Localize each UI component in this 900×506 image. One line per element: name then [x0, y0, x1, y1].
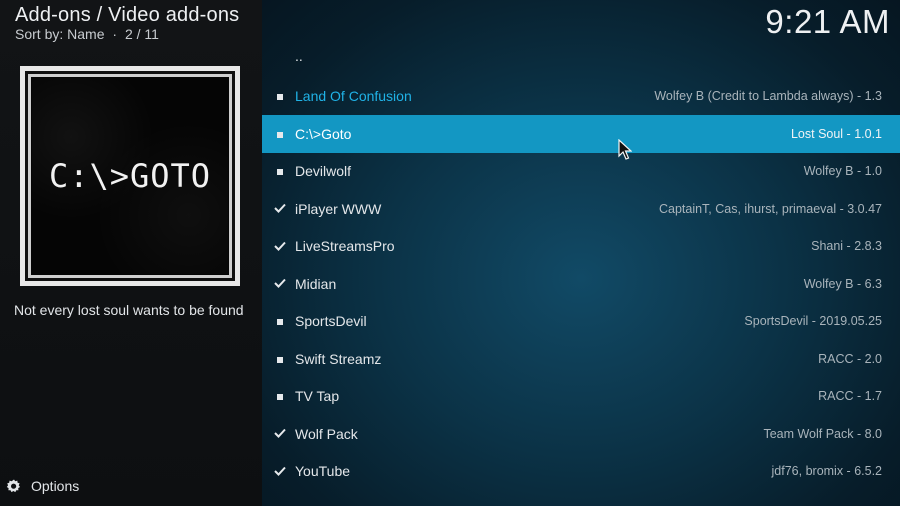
item-author-version: Shani - 2.8.3: [811, 239, 882, 254]
bullet-icon: [273, 389, 287, 404]
item-name: Wolf Pack: [295, 425, 358, 442]
list-item[interactable]: YouTube jdf76, bromix - 6.5.2: [262, 453, 900, 491]
item-author-version: Lost Soul - 1.0.1: [790, 126, 882, 141]
item-name: Devilwolf: [295, 163, 352, 180]
item-name: SportsDevil: [295, 313, 367, 330]
bullet-icon: [273, 126, 287, 141]
item-name: TV Tap: [295, 388, 340, 405]
addon-poster: C:\>GOTO: [20, 66, 240, 286]
sort-label[interactable]: Sort by: Name: [15, 26, 104, 42]
list-item[interactable]: Swift Streamz RACC - 2.0: [262, 340, 900, 378]
list-item[interactable]: SportsDevil SportsDevil - 2019.05.25: [262, 303, 900, 341]
item-author-version: CaptainT, Cas, ihurst, primaeval - 3.0.4…: [658, 201, 882, 216]
separator: ·: [112, 26, 118, 42]
item-name: iPlayer WWW: [295, 200, 382, 217]
parent-folder-item[interactable]: ..: [262, 40, 900, 78]
list-panel: 9:21 AM .. Land Of Confusion Wolfey B (Cr…: [262, 0, 900, 506]
parent-folder-label: ..: [295, 48, 303, 64]
page-title: Add-ons / Video add-ons: [15, 4, 240, 26]
addon-description: Not every lost soul wants to be found: [14, 302, 244, 318]
list-item[interactable]: Devilwolf Wolfey B - 1.0: [262, 153, 900, 191]
clock: 9:21 AM: [765, 3, 890, 40]
list-item[interactable]: Midian Wolfey B - 6.3: [262, 265, 900, 303]
item-author-version: Wolfey B - 1.0: [803, 164, 882, 179]
checkmark-icon: [273, 464, 287, 479]
bullet-icon: [273, 351, 287, 366]
list-item[interactable]: Wolf Pack Team Wolf Pack - 8.0: [262, 415, 900, 453]
checkmark-icon: [273, 201, 287, 216]
poster-text: C:\>GOTO: [48, 157, 212, 195]
list-item[interactable]: TV Tap RACC - 1.7: [262, 378, 900, 416]
checkmark-icon: [273, 426, 287, 441]
item-name: LiveStreamsPro: [295, 238, 395, 255]
item-author-version: Team Wolf Pack - 8.0: [763, 426, 882, 441]
item-position: 2 / 11: [124, 26, 159, 42]
item-author-version: jdf76, bromix - 6.5.2: [771, 464, 882, 479]
left-panel: Add-ons / Video add-ons Sort by: Name · …: [0, 0, 262, 506]
checkmark-icon: [273, 239, 287, 254]
options-label: Options: [31, 478, 80, 494]
options-button[interactable]: Options: [6, 478, 79, 494]
bullet-icon: [273, 164, 287, 179]
bullet-icon: [273, 89, 287, 104]
item-author-version: Wolfey B (Credit to Lambda always) - 1.3: [654, 89, 882, 104]
list-item[interactable]: C:\>Goto Lost Soul - 1.0.1: [262, 115, 900, 153]
item-name: Midian: [295, 275, 337, 292]
list-item[interactable]: Land Of Confusion Wolfey B (Credit to Lam…: [262, 78, 900, 116]
sort-info: Sort by: Name · 2 / 11: [15, 26, 159, 42]
addon-list: .. Land Of Confusion Wolfey B (Credit to …: [262, 40, 900, 490]
item-author-version: SportsDevil - 2019.05.25: [744, 314, 882, 329]
bullet-icon: [273, 314, 287, 329]
item-author-version: RACC - 2.0: [818, 351, 882, 366]
item-author-version: RACC - 1.7: [818, 389, 882, 404]
list-item[interactable]: iPlayer WWW CaptainT, Cas, ihurst, primae…: [262, 190, 900, 228]
item-author-version: Wolfey B - 6.3: [803, 276, 882, 291]
item-name: C:\>Goto: [295, 125, 352, 142]
gear-icon: [6, 479, 20, 493]
item-name: YouTube: [295, 463, 351, 480]
item-name: Swift Streamz: [295, 350, 382, 367]
list-item[interactable]: LiveStreamsPro Shani - 2.8.3: [262, 228, 900, 266]
item-name: Land Of Confusion: [295, 88, 412, 105]
checkmark-icon: [273, 276, 287, 291]
